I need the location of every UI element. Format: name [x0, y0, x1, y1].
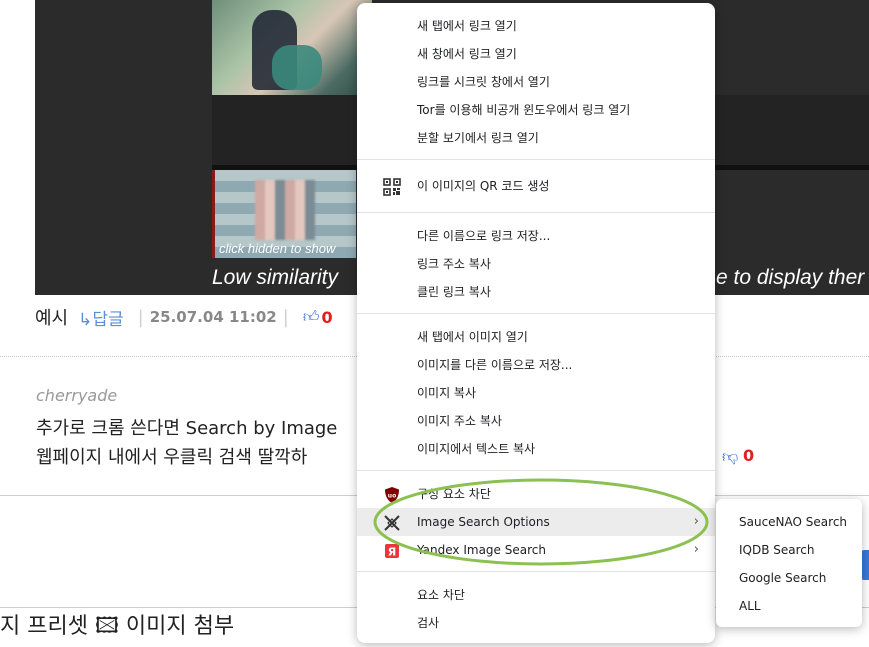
menu-item-copy-image[interactable]: 이미지 복사	[357, 379, 715, 407]
hidden-image-thumbnail[interactable]: click hidden to show	[212, 170, 356, 258]
submenu-item-google[interactable]: Google Search	[716, 564, 862, 592]
menu-item-inspect[interactable]: 검사	[357, 609, 715, 637]
submenu-item-all[interactable]: ALL	[716, 592, 862, 620]
comment-author: 예시	[35, 308, 69, 329]
qr-code-icon	[383, 178, 401, 196]
menu-item-open-link-tor[interactable]: Tor를 이용해 비공개 윈도우에서 링크 열기	[357, 96, 715, 124]
menu-item-open-link-incognito[interactable]: 링크를 시크릿 창에서 열기	[357, 68, 715, 96]
menu-item-open-link-new-window[interactable]: 새 창에서 링크 열기	[357, 40, 715, 68]
submenu-item-saucenao[interactable]: SauceNAO Search	[716, 508, 862, 536]
floating-button[interactable]	[861, 550, 869, 580]
menu-item-save-image-as[interactable]: 이미지를 다른 이름으로 저장...	[357, 351, 715, 379]
dislike-count: 0	[743, 446, 755, 465]
menu-item-label: 구성 요소 차단	[417, 487, 491, 501]
submenu-item-iqdb[interactable]: IQDB Search	[716, 536, 862, 564]
menu-item-copy-clean-link[interactable]: 클린 링크 복사	[357, 278, 715, 306]
menu-item-block-element-ublock[interactable]: uo 구성 요소 차단	[357, 480, 715, 508]
low-similarity-text-right: e to display ther	[716, 266, 865, 289]
image-search-submenu: SauceNAO Search IQDB Search Google Searc…	[716, 499, 862, 627]
image-search-options-icon	[383, 514, 401, 532]
menu-item-label: Image Search Options	[417, 515, 550, 529]
menu-item-copy-link-address[interactable]: 링크 주소 복사	[357, 250, 715, 278]
like-count: 0	[321, 307, 333, 327]
menu-item-block-element[interactable]: 요소 차단	[357, 581, 715, 609]
menu-item-copy-text-from-image[interactable]: 이미지에서 텍스트 복사	[357, 435, 715, 463]
comment-text: 웹페이지 내에서 우클릭 검색 딸깍하	[36, 447, 308, 468]
low-similarity-text: Low similarity	[212, 266, 339, 289]
comment-author: cherryade	[36, 386, 118, 405]
context-menu: 새 탭에서 링크 열기 새 창에서 링크 열기 링크를 시크릿 창에서 열기 T…	[357, 3, 715, 643]
menu-separator	[357, 470, 715, 471]
menu-separator	[357, 313, 715, 314]
thumbs-down-icon[interactable]: 👎︎	[722, 447, 738, 467]
comment-text: 추가로 크롬 쓴다면 Search by Image	[36, 418, 338, 439]
pixelated-image	[255, 180, 315, 240]
menu-item-copy-image-address[interactable]: 이미지 주소 복사	[357, 407, 715, 435]
menu-item-yandex-image-search[interactable]: Я Yandex Image Search ›	[357, 536, 715, 564]
chevron-right-icon: ›	[693, 514, 699, 529]
comment-meta: 예시 ↳답글 | 25.07.04 11:02 | 👍︎ 0	[35, 304, 333, 330]
meta-separator: |	[282, 306, 289, 328]
hidden-caption: click hidden to show	[219, 241, 336, 256]
ublock-origin-icon: uo	[383, 486, 401, 504]
svg-text:Я: Я	[388, 546, 396, 559]
thumbs-up-icon[interactable]: 👍︎	[303, 307, 320, 327]
menu-item-open-link-split-view[interactable]: 분할 보기에서 링크 열기	[357, 124, 715, 152]
reply-link[interactable]: ↳답글	[78, 305, 124, 330]
menu-item-label: 이 이미지의 QR 코드 생성	[417, 179, 550, 193]
menu-item-qr-code[interactable]: 이 이미지의 QR 코드 생성	[357, 172, 715, 200]
menu-item-open-image-new-tab[interactable]: 새 탭에서 이미지 열기	[357, 323, 715, 351]
chevron-right-icon: ›	[693, 542, 699, 557]
svg-text:uo: uo	[388, 493, 396, 500]
image-thumbnail[interactable]	[212, 0, 372, 95]
menu-item-label: Yandex Image Search	[417, 543, 546, 557]
menu-item-save-link-as[interactable]: 다른 이름으로 링크 저장...	[357, 222, 715, 250]
meta-separator: |	[137, 306, 144, 328]
menu-separator	[357, 159, 715, 160]
menu-separator	[357, 212, 715, 213]
menu-item-image-search-options[interactable]: Image Search Options ›	[357, 508, 715, 536]
menu-separator	[357, 571, 715, 572]
comment-date: 25.07.04 11:02	[149, 308, 277, 326]
menu-item-open-link-new-tab[interactable]: 새 탭에서 링크 열기	[357, 12, 715, 40]
yandex-icon: Я	[383, 542, 401, 560]
